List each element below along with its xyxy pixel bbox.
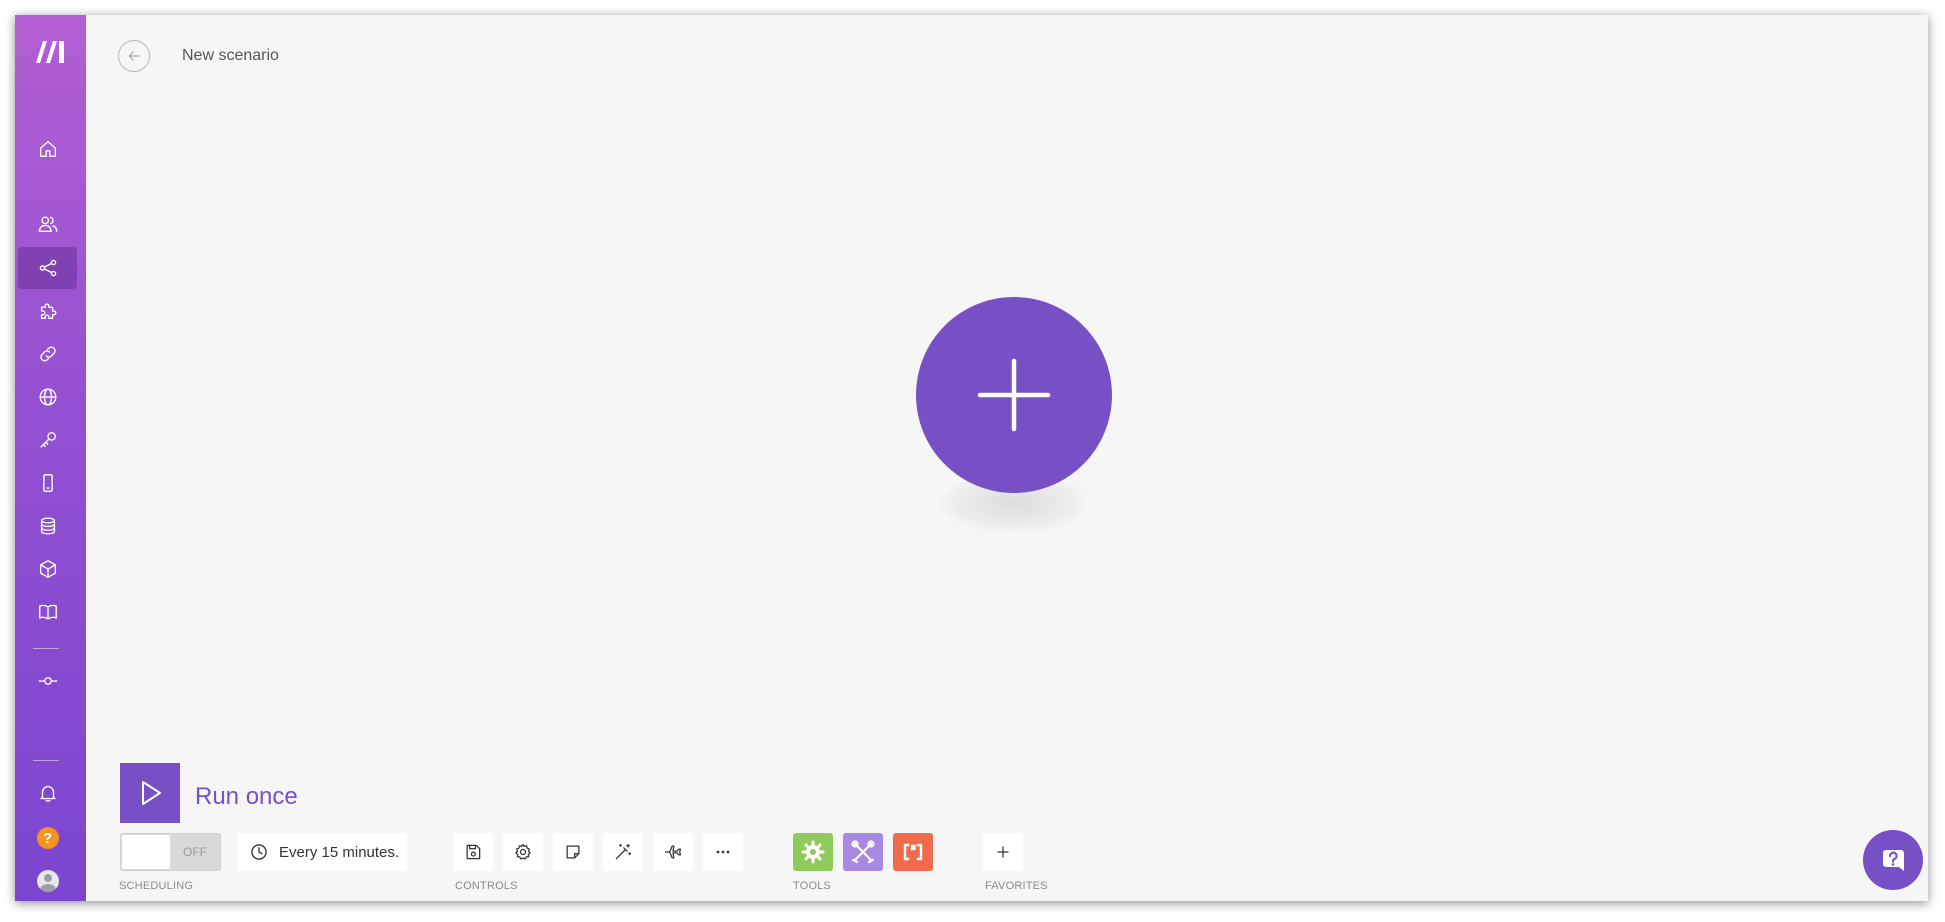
plus-icon <box>997 846 1009 858</box>
text-parser-tool[interactable] <box>893 833 933 871</box>
wrench-screwdriver-icon <box>851 840 875 864</box>
scheduling-section-label: SCHEDULING <box>119 880 194 892</box>
gear-icon <box>801 840 825 864</box>
sidebar-item-webhooks[interactable] <box>18 376 77 418</box>
cube-icon <box>39 560 56 578</box>
scenario-title[interactable]: New scenario <box>182 47 279 65</box>
auto-align-button[interactable] <box>603 833 643 871</box>
gear-icon <box>515 843 531 860</box>
sidebar-item-help[interactable]: ? <box>18 817 77 859</box>
commit-icon <box>38 677 57 685</box>
puzzle-icon <box>40 303 56 320</box>
sidebar-item-scenarios[interactable] <box>18 247 77 289</box>
sidebar-divider <box>33 648 59 649</box>
help-chat-icon <box>1883 850 1904 871</box>
play-icon <box>142 781 161 805</box>
avatar <box>36 870 59 892</box>
save-button[interactable] <box>453 833 493 871</box>
back-button[interactable] <box>118 40 150 72</box>
note-icon <box>566 845 580 859</box>
scheduling-toggle[interactable]: OFF <box>120 833 221 871</box>
explain-flow-button[interactable] <box>653 833 693 871</box>
sidebar-divider <box>33 760 59 761</box>
sidebar-item-profile[interactable] <box>18 860 77 901</box>
plus-icon <box>977 358 1051 432</box>
sidebar-item-connections[interactable] <box>18 333 77 375</box>
flow-control-tool[interactable] <box>793 833 833 871</box>
schedule-interval-button[interactable]: Every 15 minutes. <box>237 833 407 871</box>
controls-section-label: CONTROLS <box>455 880 518 892</box>
sidebar-item-notifications[interactable] <box>18 772 77 814</box>
favorites-section-label: FAVORITES <box>985 880 1048 892</box>
sidebar: ? <box>15 15 86 901</box>
sidebar-item-more[interactable] <box>18 660 77 702</box>
database-icon <box>40 517 55 535</box>
tools-section-label: TOOLS <box>793 880 832 892</box>
settings-button[interactable] <box>503 833 543 871</box>
globe-icon <box>39 388 56 406</box>
book-icon <box>38 604 57 620</box>
sidebar-item-templates[interactable] <box>18 290 77 332</box>
make-logo[interactable] <box>32 37 70 65</box>
add-favorite-button[interactable] <box>983 833 1023 871</box>
schedule-interval-text: Every 15 minutes. <box>279 843 400 861</box>
app-window: ? New scenario Run once OFF Every 15 min… <box>15 15 1928 901</box>
link-icon <box>39 346 56 362</box>
brackets-icon <box>903 843 923 861</box>
sidebar-item-home[interactable] <box>18 128 77 170</box>
sidebar-item-docs[interactable] <box>18 591 77 633</box>
support-chat-button[interactable] <box>1863 830 1923 890</box>
run-once-label[interactable]: Run once <box>195 783 298 811</box>
bell-icon <box>39 785 56 802</box>
sidebar-item-data-stores[interactable] <box>18 505 77 547</box>
run-once-button[interactable] <box>120 763 180 823</box>
sidebar-item-keys[interactable] <box>18 419 77 461</box>
clock-icon <box>251 844 267 860</box>
sidebar-item-data-structures[interactable] <box>18 548 77 590</box>
share-icon <box>39 259 56 277</box>
magic-wand-icon <box>615 843 632 860</box>
key-icon <box>39 431 56 448</box>
ellipsis-icon <box>716 850 730 854</box>
toggle-label: OFF <box>183 845 207 859</box>
mobile-icon <box>42 474 53 492</box>
arrow-left-icon <box>128 51 140 61</box>
sidebar-item-team[interactable] <box>18 203 77 245</box>
notes-button[interactable] <box>553 833 593 871</box>
save-icon <box>466 844 481 860</box>
tools-tool[interactable] <box>843 833 883 871</box>
more-controls-button[interactable] <box>703 833 743 871</box>
add-module-button[interactable] <box>916 297 1112 493</box>
help-icon: ? <box>36 827 59 849</box>
airplane-icon <box>664 845 682 859</box>
sidebar-item-devices[interactable] <box>18 462 77 504</box>
users-icon <box>38 216 57 233</box>
home-icon <box>39 140 56 158</box>
toggle-knob <box>122 835 170 869</box>
